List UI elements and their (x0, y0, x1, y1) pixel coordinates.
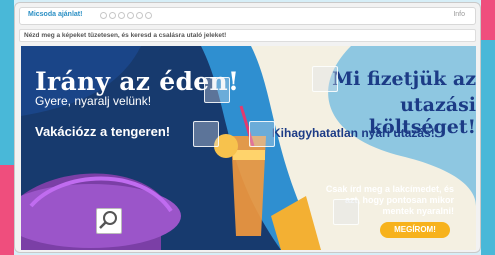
hotspot-square[interactable] (333, 199, 359, 225)
hotspot-square[interactable] (204, 77, 230, 103)
left-sidebar-pink-strip (0, 165, 14, 255)
progress-dot (109, 12, 116, 19)
ad-left-tagline: Vakációzz a tengeren! (35, 124, 171, 139)
magnifier-icon (99, 211, 117, 229)
ad-subheadline: Gyere, nyaralj velünk! (35, 94, 152, 108)
progress-dot (136, 12, 143, 19)
scam-ad-image: Irány az éden! Gyere, nyaralj velünk! Mi… (21, 46, 476, 250)
info-link[interactable]: Info (453, 11, 465, 18)
hotspot-square[interactable] (193, 121, 219, 147)
hotspot-square[interactable] (249, 121, 275, 147)
ad-cta-button[interactable]: MEGÍROM! (380, 222, 450, 238)
progress-dot (127, 12, 134, 19)
right-sidebar-pink-strip (481, 0, 495, 40)
ad-right-tagline: Kihagyhatatlan nyári utazás! (272, 126, 435, 140)
progress-dot (118, 12, 125, 19)
magnifier-button[interactable] (96, 208, 122, 234)
game-title: Micsoda ajánlat! (28, 11, 83, 18)
progress-dot (100, 12, 107, 19)
progress-dots (100, 12, 152, 19)
hotspot-square[interactable] (312, 66, 338, 92)
instruction-text: Nézd meg a képeket tüzetesen, és keresd … (24, 32, 227, 39)
ad-right-headline-1: Mi fizetjük az (332, 68, 476, 90)
game-frame: Micsoda ajánlat! Info Nézd meg a képeket… (14, 2, 481, 253)
top-bar: Micsoda ajánlat! Info (19, 7, 476, 25)
instruction-bar: Nézd meg a képeket tüzetesen, és keresd … (19, 29, 476, 42)
progress-dot (145, 12, 152, 19)
